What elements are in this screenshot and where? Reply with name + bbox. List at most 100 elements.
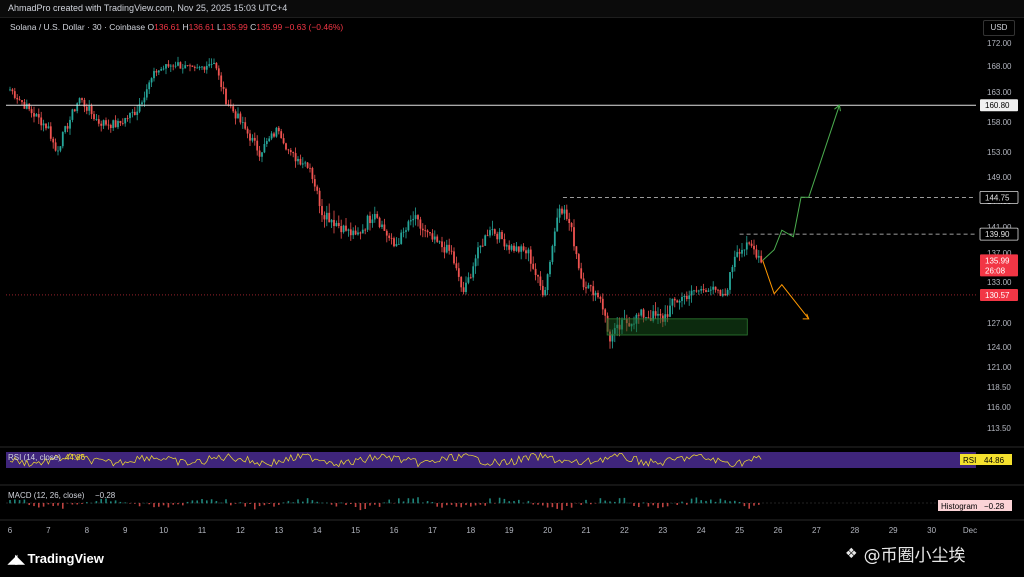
macd-histogram-bar [570,503,573,508]
macd-histogram-bar [263,503,266,506]
candle-body [575,246,578,255]
candle-body [129,112,131,119]
candle-body [253,137,256,141]
candle-body [73,109,76,112]
candle-body [196,67,199,69]
candle-body [21,100,23,103]
candle-body [477,247,479,259]
candle-body [114,120,117,128]
macd-histogram-bar [398,498,400,504]
macd-histogram-bar [724,500,726,504]
macd-histogram-bar [321,502,323,504]
candle-body [93,114,95,120]
candle-body [438,241,441,243]
candle-body [474,258,477,267]
macd-histogram-bar [306,498,309,504]
candle-body [433,236,436,240]
candle-body [513,245,515,251]
candle-body [292,152,295,154]
macd-histogram-bar [201,499,203,504]
candle-body [277,127,280,132]
candle-body [131,111,134,113]
candle-body [285,143,287,150]
price-tick: 133.00 [987,278,1012,287]
candle-body [136,111,139,115]
candle-body [712,286,715,290]
macd-histogram-bar [407,498,410,504]
macd-histogram-bar [278,503,280,505]
candle-body [90,105,93,115]
candle-body [599,297,602,299]
candle-body [580,268,583,279]
candle-body [287,149,290,151]
price-tick: 172.00 [987,39,1012,48]
candle-body [397,243,400,245]
macd-histogram-bar [374,503,376,505]
macd-histogram-bar [681,501,683,504]
macd-histogram-bar [258,503,261,507]
candle-body [453,251,455,264]
macd-histogram-bar [354,503,357,508]
candle-body [88,105,91,111]
candle-body [263,144,266,153]
macd-histogram-bar [326,502,328,504]
candle-body [378,217,381,228]
macd-histogram-bar [474,503,477,506]
candle-body [731,267,734,273]
candle-body [33,113,35,117]
candle-body [143,97,146,103]
candle-body [325,212,328,220]
candle-body [745,242,748,250]
candle-body [585,287,587,289]
candle-body [681,296,683,301]
macd-label: MACD (12, 26, close) [8,491,85,500]
candle-body [306,162,309,168]
candle-body [486,235,489,237]
macd-histogram-bar [743,503,746,507]
candle-body [169,65,172,67]
macd-histogram-bar [110,501,112,504]
macd-histogram-bar [710,499,712,504]
macd-histogram-bar [206,500,208,504]
candle-body [501,231,503,240]
candle-body [201,66,203,68]
candle-body [724,293,727,296]
candle-body [181,68,184,70]
macd-histogram-bar [599,498,602,504]
macd-histogram-bar [638,503,640,508]
price-tick: 168.00 [987,62,1012,71]
candle-body [246,128,249,134]
candle-body [117,120,119,128]
macd-histogram-bar [172,503,174,505]
candle-body [42,123,45,126]
macd-histogram-bar [618,498,621,504]
candle-body [738,252,741,254]
candle-body [393,238,395,247]
macd-histogram-bar [503,498,506,504]
macd-histogram-bar [465,503,467,506]
macd-histogram-bar [158,503,160,507]
candle-body [426,230,429,233]
price-chart[interactable]: 172.00 168.00 163.00 158.00 153.00 149.00 144.… [0,0,1024,545]
candle-body [748,242,751,244]
candle-body [71,109,74,120]
candle-body [9,89,11,91]
candle-body [49,126,52,139]
candle-body [529,249,532,264]
candle-body [527,249,530,254]
macd-histogram-bar [215,500,218,504]
candle-body [342,225,345,233]
candle-body [61,132,64,147]
candle-body [198,67,201,68]
time-tick: 19 [505,526,514,535]
candle-body [750,243,753,246]
candle-body [172,65,175,67]
tradingview-logo[interactable]: ◢◣ TradingView [8,551,104,566]
candle-body [37,114,40,118]
candle-body [66,126,69,129]
candle-body [357,232,359,235]
macd-histogram-bar [676,503,678,505]
candle-body [733,256,736,268]
candle-body [59,146,62,151]
candle-body [85,106,88,111]
